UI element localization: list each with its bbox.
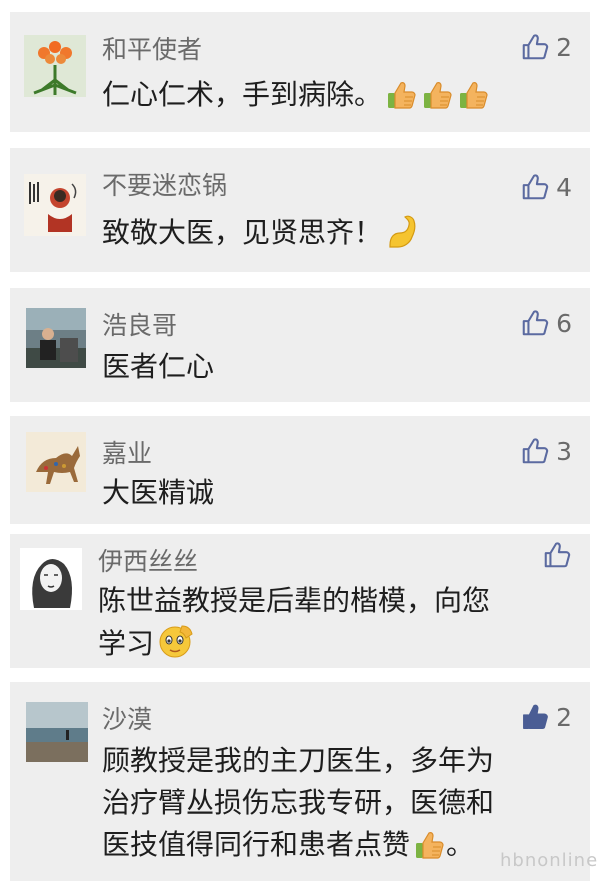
like-count: 3 xyxy=(556,436,572,466)
thumbs-up-filled-icon xyxy=(520,702,550,732)
comment-text: 陈世益教授是后辈的楷模，向您 学习 xyxy=(98,580,568,665)
avatar[interactable] xyxy=(20,548,82,610)
comment-text-line: 仁心仁术，手到病除。 xyxy=(102,78,383,111)
comment-text: 致敬大医，见贤思齐！ xyxy=(102,212,572,254)
comment-card: 伊西丝丝 陈世益教授是后辈的楷模，向您 学习 xyxy=(10,534,590,668)
comment-text-span: 学习 xyxy=(98,627,155,660)
like-button[interactable]: 4 xyxy=(520,170,572,204)
watermark: hbnonline xyxy=(500,850,599,871)
avatar[interactable] xyxy=(26,432,86,492)
comment-card: 和平使者 2 仁心仁术，手到病除。 xyxy=(10,12,590,132)
thumbs-up-emoji xyxy=(386,79,418,111)
comment-author[interactable]: 和平使者 xyxy=(102,30,202,66)
thumbs-up-emoji xyxy=(422,79,454,111)
comment-author[interactable]: 伊西丝丝 xyxy=(98,542,198,578)
comment-card: 不要迷恋锅 4 致敬大医，见贤思齐！ xyxy=(10,148,590,272)
beach-photo-avatar-icon xyxy=(26,702,88,762)
thumbs-up-icon xyxy=(520,32,550,62)
portrait-calligraphy-avatar-icon xyxy=(24,174,86,236)
avatar[interactable] xyxy=(24,174,86,236)
thumbs-up-icon xyxy=(542,540,572,570)
sketch-girl-avatar-icon xyxy=(20,548,82,610)
comment-text: 顾教授是我的主刀医生，多年为 治疗臂丛损伤忘我专研，医德和 医技值得同行和患者点… xyxy=(102,740,572,866)
thumbs-up-emoji xyxy=(414,829,446,861)
like-button[interactable]: 2 xyxy=(520,700,572,734)
comment-card: 嘉业 3 大医精诚 xyxy=(10,416,590,524)
comment-text: 仁心仁术，手到病除。 xyxy=(102,74,572,116)
like-button[interactable]: 3 xyxy=(520,434,572,468)
like-count: 4 xyxy=(556,172,572,202)
comment-card: 浩良哥 6 医者仁心 xyxy=(10,288,590,402)
like-count: 6 xyxy=(556,308,572,338)
saluting-face-emoji xyxy=(156,622,194,660)
person-photo-avatar-icon xyxy=(26,308,86,368)
flexed-biceps-emoji xyxy=(386,215,420,249)
comment-text-line: 致敬大医，见贤思齐！ xyxy=(102,216,383,249)
comment-text-line: 学习 xyxy=(98,622,568,665)
like-count: 2 xyxy=(556,702,572,732)
comment-text-line: 治疗臂丛损伤忘我专研，医德和 xyxy=(102,786,495,819)
horse-painting-avatar-icon xyxy=(26,432,86,492)
comment-author[interactable]: 沙漠 xyxy=(102,700,152,736)
thumbs-up-icon xyxy=(520,308,550,338)
comment-text-span: 医技值得同行和患者点赞 xyxy=(102,828,411,861)
thumbs-up-emoji xyxy=(458,79,490,111)
comment-text-line: 顾教授是我的主刀医生，多年为 xyxy=(102,744,495,777)
comment-text-span: 。 xyxy=(446,828,475,861)
like-button[interactable]: 6 xyxy=(520,306,572,340)
like-button[interactable] xyxy=(542,538,572,572)
thumbs-up-icon xyxy=(520,436,550,466)
comment-text: 医者仁心 xyxy=(102,350,215,383)
like-count: 2 xyxy=(556,32,572,62)
avatar[interactable] xyxy=(26,308,86,368)
flower-avatar-icon xyxy=(24,35,86,97)
comment-text: 大医精诚 xyxy=(102,476,215,509)
comment-author[interactable]: 嘉业 xyxy=(102,434,152,470)
comment-text-line: 陈世益教授是后辈的楷模，向您 xyxy=(98,584,491,617)
thumbs-up-icon xyxy=(520,172,550,202)
like-button[interactable]: 2 xyxy=(520,30,572,64)
comment-author[interactable]: 不要迷恋锅 xyxy=(102,166,227,202)
avatar[interactable] xyxy=(24,35,86,97)
comment-author[interactable]: 浩良哥 xyxy=(102,306,177,342)
avatar[interactable] xyxy=(26,702,88,762)
